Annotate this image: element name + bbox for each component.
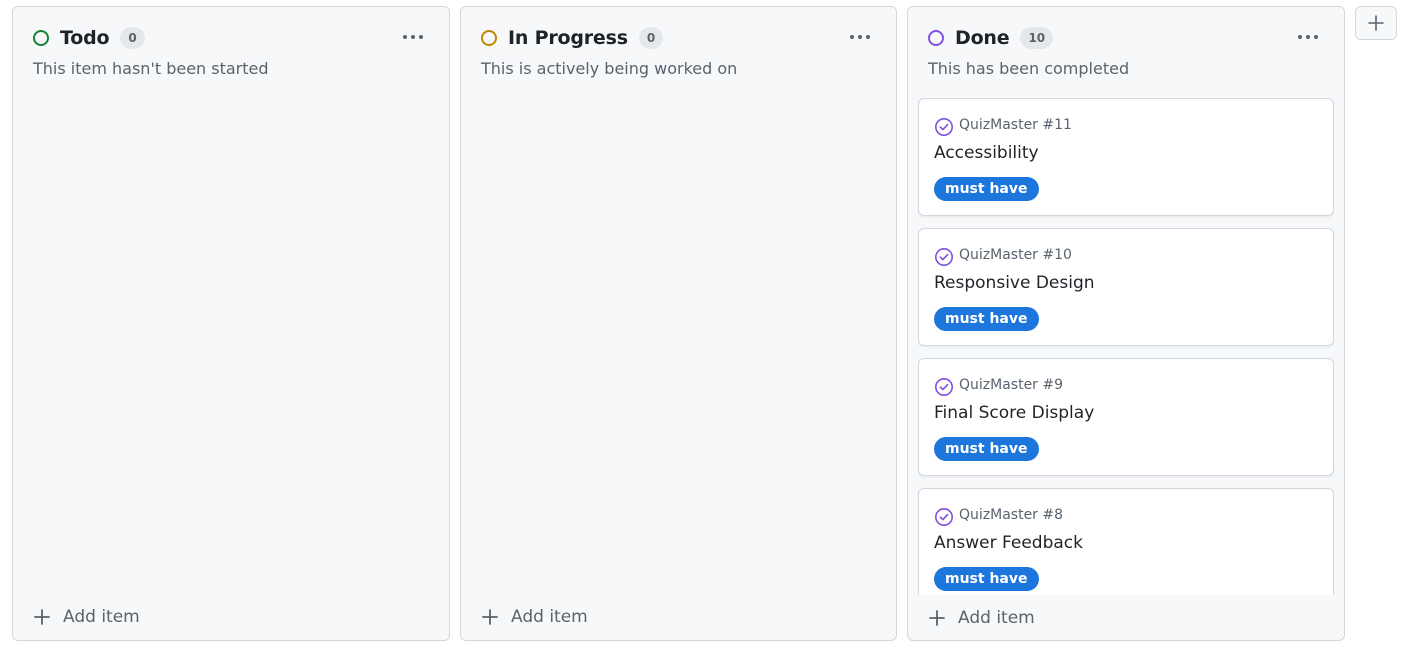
label-badge[interactable]: must have: [934, 307, 1039, 331]
card-title[interactable]: Accessibility: [934, 143, 1039, 163]
issue-card[interactable]: QuizMaster #10 Responsive Design must ha…: [918, 228, 1334, 346]
column-done: Done 10 This has been completed QuizMast: [907, 6, 1345, 641]
issue-closed-icon: [935, 508, 953, 526]
column-header: Todo 0: [33, 25, 429, 51]
issue-card[interactable]: QuizMaster #9 Final Score Display must h…: [918, 358, 1334, 476]
add-item-label: Add item: [958, 608, 1035, 628]
issue-ref-text: QuizMaster #10: [959, 247, 1072, 263]
issue-card[interactable]: QuizMaster #11 Accessibility must have: [918, 98, 1334, 216]
card-title[interactable]: Responsive Design: [934, 273, 1095, 293]
add-item-label: Add item: [511, 607, 588, 627]
status-circle-icon: [928, 30, 944, 46]
column-description: This has been completed: [928, 59, 1130, 78]
column-options-button[interactable]: [844, 23, 876, 51]
add-item-label: Add item: [63, 607, 140, 627]
issue-closed-icon: [935, 248, 953, 266]
item-count-badge: 0: [638, 27, 664, 49]
issue-closed-icon: [935, 118, 953, 136]
add-column-button[interactable]: [1355, 6, 1397, 40]
add-item-button[interactable]: Add item: [33, 604, 140, 630]
label-badge[interactable]: must have: [934, 437, 1039, 461]
plus-icon: [482, 609, 498, 625]
column-title: Done: [955, 27, 1010, 49]
add-item-button[interactable]: Add item: [481, 604, 588, 630]
plus-icon: [1368, 15, 1384, 31]
kebab-horizontal-icon: [1298, 35, 1318, 39]
label-badge[interactable]: must have: [934, 567, 1039, 591]
column-in-progress: In Progress 0 This is actively being wor…: [460, 6, 897, 641]
column-description: This item hasn't been started: [33, 59, 269, 78]
project-board: Todo 0 This item hasn't been started Add…: [0, 0, 1409, 651]
column-header: Done 10: [928, 25, 1324, 51]
status-circle-icon: [33, 30, 49, 46]
issue-card[interactable]: QuizMaster #8 Answer Feedback must have: [918, 488, 1334, 595]
card-title[interactable]: Answer Feedback: [934, 533, 1083, 553]
issue-closed-icon: [935, 378, 953, 396]
column-description: This is actively being worked on: [481, 59, 738, 78]
issue-ref-text: QuizMaster #8: [959, 507, 1064, 523]
plus-icon: [929, 610, 945, 626]
add-item-button[interactable]: Add item: [928, 605, 1035, 631]
issue-reference[interactable]: QuizMaster #9: [934, 373, 1063, 397]
status-circle-icon: [481, 30, 497, 46]
issue-reference[interactable]: QuizMaster #10: [934, 243, 1072, 267]
card-title[interactable]: Final Score Display: [934, 403, 1094, 423]
issue-reference[interactable]: QuizMaster #8: [934, 503, 1063, 527]
column-header: In Progress 0: [481, 25, 876, 51]
column-title: Todo: [60, 27, 110, 49]
item-count-badge: 0: [120, 27, 145, 49]
column-todo: Todo 0 This item hasn't been started Add…: [12, 6, 450, 641]
issue-reference[interactable]: QuizMaster #11: [934, 113, 1072, 137]
card-list[interactable]: QuizMaster #11 Accessibility must have Q…: [918, 98, 1334, 595]
column-title: In Progress: [508, 27, 628, 49]
column-options-button[interactable]: [397, 23, 429, 51]
kebab-horizontal-icon: [850, 35, 870, 39]
issue-ref-text: QuizMaster #11: [959, 117, 1072, 133]
kebab-horizontal-icon: [403, 35, 423, 39]
issue-ref-text: QuizMaster #9: [959, 377, 1064, 393]
column-options-button[interactable]: [1292, 23, 1324, 51]
label-badge[interactable]: must have: [934, 177, 1039, 201]
item-count-badge: 10: [1020, 27, 1054, 49]
plus-icon: [34, 609, 50, 625]
